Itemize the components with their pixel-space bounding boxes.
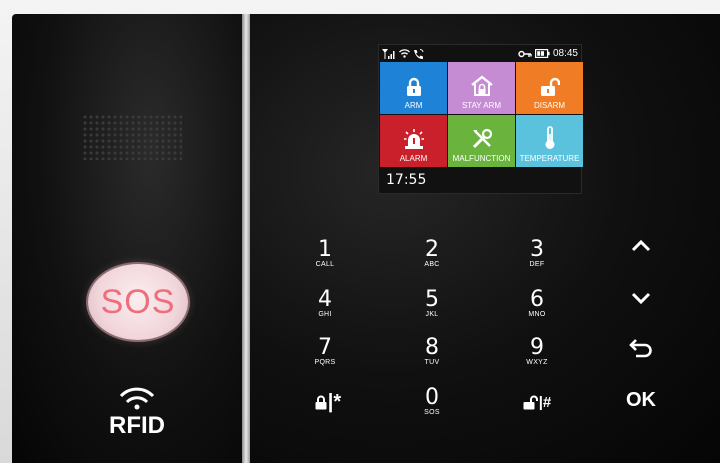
tile-label: DISARM <box>533 101 566 110</box>
tools-icon <box>472 128 492 149</box>
key-ok[interactable]: OK <box>611 378 671 422</box>
ok-key-label: OK <box>626 388 656 411</box>
key-3[interactable]: 3 DEF <box>507 232 567 276</box>
function-tiles: ARM STAY ARM DISARM ALARM MALFUNCTION TE… <box>379 62 583 167</box>
signal-icon <box>382 48 395 59</box>
unlock-icon <box>540 77 560 96</box>
tile-stay-arm[interactable]: STAY ARM <box>448 62 515 114</box>
speaker-grille <box>82 114 182 160</box>
phone-call-icon <box>414 48 424 59</box>
key-0[interactable]: 0 SOS <box>402 380 462 424</box>
status-bar: 08:45 <box>379 45 581 62</box>
tile-temperature[interactable]: TEMPERATURE <box>516 115 583 167</box>
key-icon <box>518 50 532 57</box>
status-clock: 08:45 <box>552 48 578 59</box>
tile-malfunction[interactable]: MALFUNCTION <box>448 115 515 167</box>
tile-label: ARM <box>404 101 423 110</box>
key-2[interactable]: 2 ABC <box>402 232 462 276</box>
sos-button-label: SOS <box>100 282 176 321</box>
unlock-icon <box>523 395 538 409</box>
lock-icon <box>315 395 327 409</box>
key-up[interactable] <box>611 224 671 268</box>
panel-divider <box>242 14 250 463</box>
thermometer-icon <box>545 126 554 149</box>
rfid-wave-icon <box>119 387 155 410</box>
tile-label: MALFUNCTION <box>452 154 511 163</box>
tile-disarm[interactable]: DISARM <box>516 62 583 114</box>
disarm-key-label: |# <box>538 393 552 411</box>
lock-icon <box>406 77 421 96</box>
tile-alarm[interactable]: ALARM <box>380 115 447 167</box>
key-9[interactable]: 9 WXYZ <box>507 330 567 374</box>
tile-label: TEMPERATURE <box>519 154 580 163</box>
rfid-label: RFID <box>109 412 165 439</box>
lcd-screen: 08:45 ARM STAY ARM DISARM ALARM MALFUNCT… <box>378 44 583 194</box>
key-5[interactable]: 5 JKL <box>402 282 462 326</box>
key-arm-star[interactable]: |* <box>298 380 358 424</box>
lcd-time: 17:55 <box>386 172 427 188</box>
key-down[interactable] <box>611 276 671 320</box>
rfid-reader[interactable]: RFID <box>82 386 192 446</box>
left-panel: SOS RFID <box>12 14 242 463</box>
chevron-down-icon <box>631 292 651 305</box>
alarm-siren-icon <box>403 129 424 149</box>
key-8[interactable]: 8 TUV <box>402 330 462 374</box>
tile-label: ALARM <box>399 154 428 163</box>
arm-key-label: |* <box>327 390 342 413</box>
tile-arm[interactable]: ARM <box>380 62 447 114</box>
key-6[interactable]: 6 MNO <box>507 282 567 326</box>
back-arrow-icon <box>629 339 652 358</box>
tile-label: STAY ARM <box>461 101 502 110</box>
key-disarm-hash[interactable]: |# <box>507 380 567 424</box>
chevron-up-icon <box>631 239 651 252</box>
battery-icon <box>534 49 550 58</box>
key-back[interactable] <box>611 326 671 370</box>
home-lock-icon <box>470 75 493 96</box>
alarm-panel-device: SOS RFID 08:45 ARM STAY ARM DISARM ALARM… <box>0 0 720 463</box>
wifi-icon <box>399 49 410 58</box>
key-4[interactable]: 4 GHI <box>295 282 355 326</box>
sos-button[interactable]: SOS <box>88 264 188 340</box>
key-7[interactable]: 7 PQRS <box>295 330 355 374</box>
key-1[interactable]: 1 CALL <box>295 232 355 276</box>
